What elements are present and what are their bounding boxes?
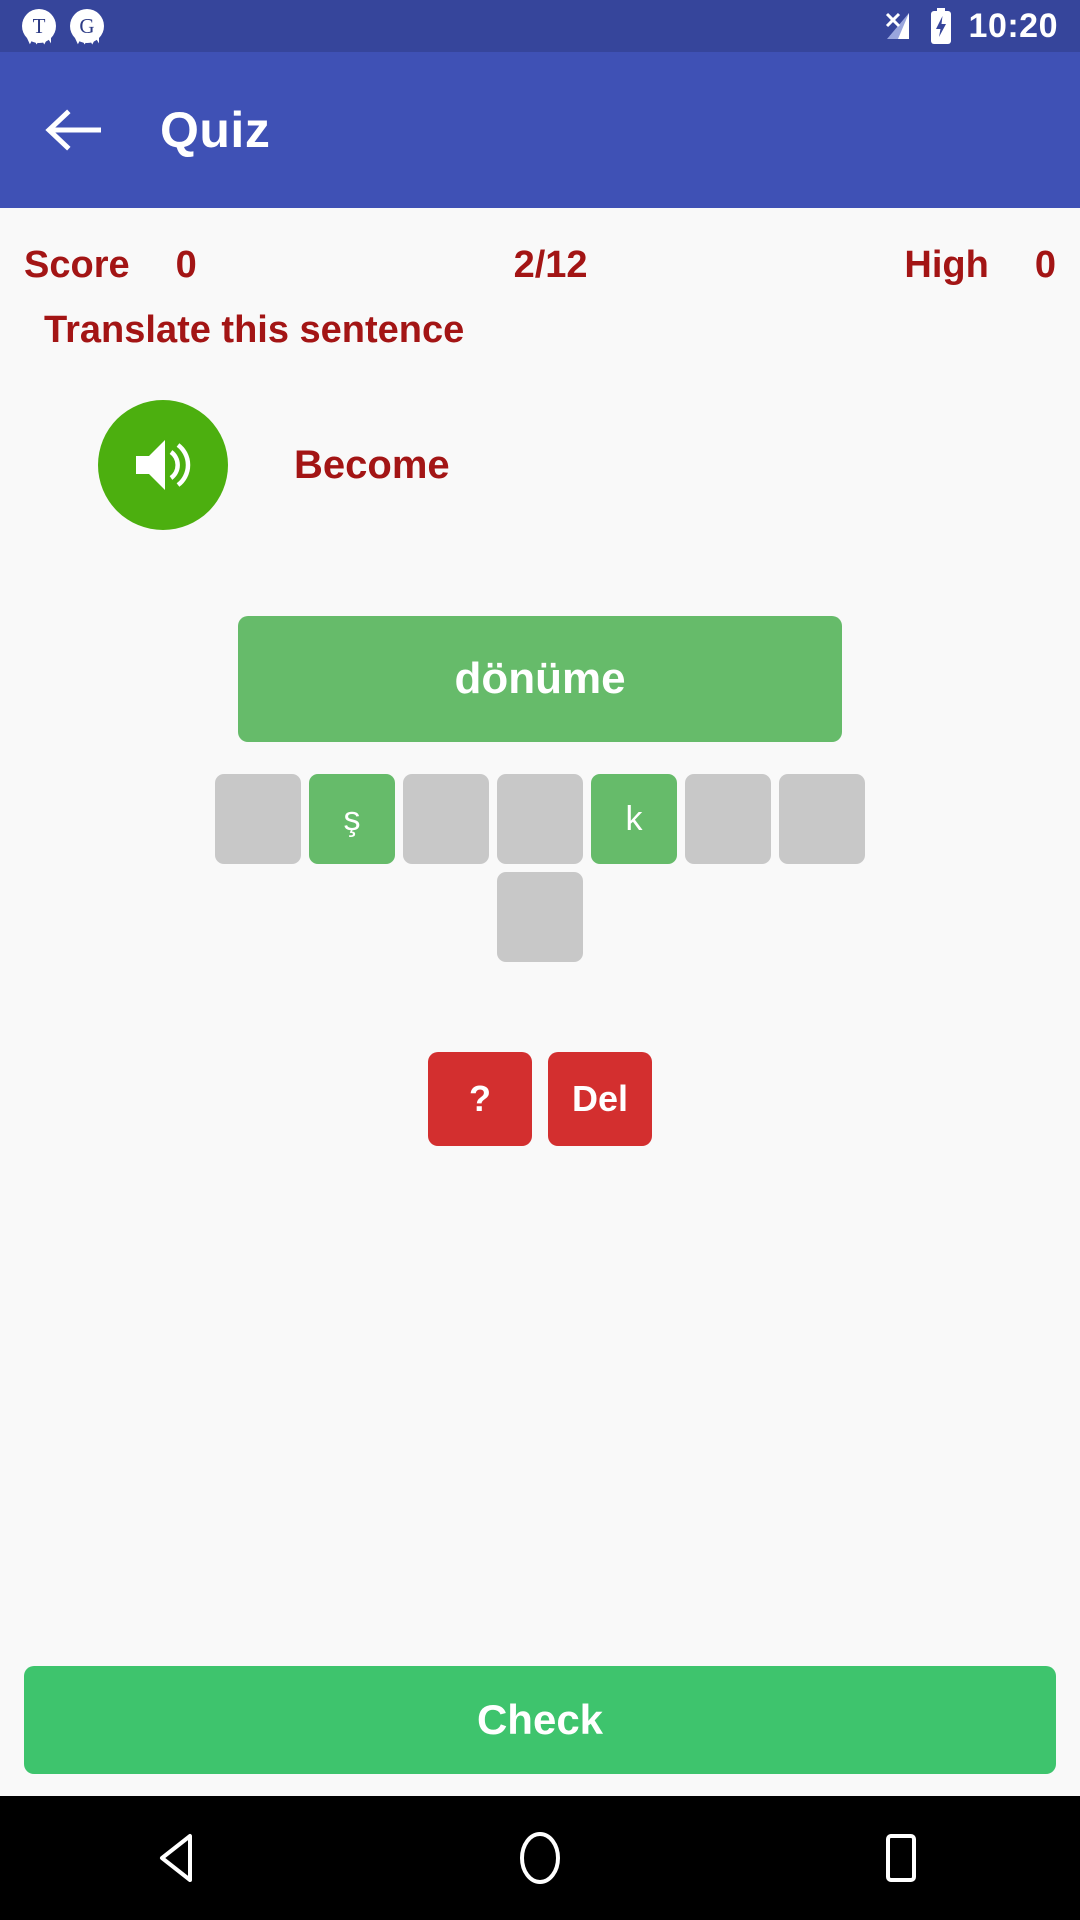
instruction-text: Translate this sentence (44, 309, 465, 351)
status-bar-system-icons: 10:20 (879, 7, 1058, 46)
letter-tile-empty[interactable] (497, 774, 583, 864)
check-button-wrap: Check (0, 1666, 1080, 1774)
answer-field[interactable]: dönüme (238, 616, 842, 742)
app-bar: Quiz (0, 52, 1080, 208)
hint-button[interactable]: ? (428, 1052, 532, 1146)
nav-back-triangle-icon[interactable] (105, 1796, 255, 1920)
signal-no-sim-icon (879, 9, 913, 43)
system-nav-bar (0, 1796, 1080, 1920)
question-progress: 2/12 (513, 244, 588, 286)
phone-screen: T G 10:20 Quiz Score 0 2/12 High 0 Trans… (0, 0, 1080, 1920)
source-word: Become (294, 442, 450, 487)
letter-tile-empty[interactable] (215, 774, 301, 864)
high-score-group: High 0 (904, 244, 1056, 287)
notification-badge-g-label: G (79, 13, 95, 38)
battery-charging-icon (929, 8, 953, 44)
letter-tile-empty[interactable] (497, 872, 583, 962)
letter-tile-empty[interactable] (779, 774, 865, 864)
page-title: Quiz (160, 102, 271, 158)
notification-badge-t-label: T (32, 13, 46, 38)
letter-tile-empty[interactable] (403, 774, 489, 864)
letter-tile-row (497, 872, 583, 962)
status-bar: T G 10:20 (0, 0, 1080, 52)
score-label: Score (24, 244, 130, 286)
check-button[interactable]: Check (24, 1666, 1056, 1774)
back-arrow-icon[interactable] (44, 99, 106, 161)
nav-home-circle-icon[interactable] (465, 1796, 615, 1920)
notification-badge-t-icon: T (22, 9, 56, 43)
delete-button[interactable]: Del (548, 1052, 652, 1146)
action-button-row: ? Del (0, 962, 1080, 1146)
status-bar-clock: 10:20 (968, 6, 1058, 45)
speaker-volume-icon[interactable] (98, 400, 228, 530)
score-group: Score 0 (24, 244, 197, 287)
letter-tile-filled[interactable]: ş (309, 774, 395, 864)
high-score-value: 0 (1034, 244, 1056, 286)
letter-tile-area: şk (0, 742, 1080, 962)
score-value: 0 (175, 244, 197, 286)
letter-tile-row: şk (215, 774, 865, 864)
nav-recents-square-icon[interactable] (825, 1796, 975, 1920)
answer-field-wrap: dönüme (0, 530, 1080, 742)
letter-tile-filled[interactable]: k (591, 774, 677, 864)
quiz-content: Score 0 2/12 High 0 Translate this sente… (0, 208, 1080, 1796)
letter-tile-empty[interactable] (685, 774, 771, 864)
notification-badge-g-icon: G (70, 9, 104, 43)
status-bar-notifications: T G (22, 9, 104, 43)
audio-prompt-row: Become (0, 352, 1080, 530)
scoreboard: Score 0 2/12 High 0 (0, 208, 1080, 287)
high-score-label: High (904, 244, 989, 286)
